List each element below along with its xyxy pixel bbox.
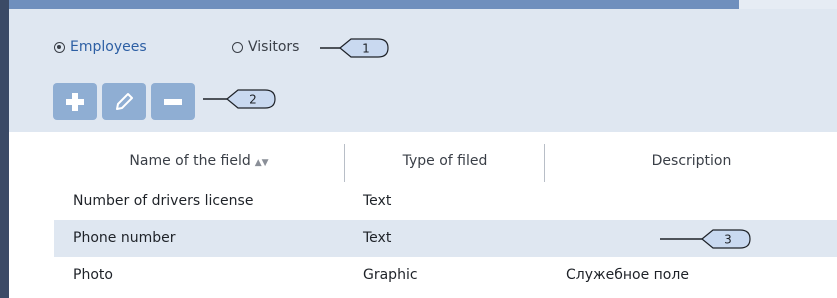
radio-checked-icon: [54, 41, 65, 53]
column-header-description[interactable]: Description: [546, 153, 837, 169]
column-header-description-label: Description: [651, 153, 732, 169]
radio-employees-label: Employees: [70, 39, 147, 55]
column-divider: [344, 144, 345, 182]
sort-icon: ▲▼: [254, 158, 269, 168]
radio-visitors[interactable]: Visitors: [232, 39, 299, 55]
radio-unchecked-icon: [232, 41, 243, 53]
column-header-type[interactable]: Type of filed: [346, 153, 544, 169]
minus-icon: [164, 98, 182, 105]
callout-3-number: 3: [724, 233, 732, 247]
radio-visitors-label: Visitors: [248, 39, 300, 55]
cell-name: Phone number: [73, 230, 176, 246]
cell-name: Number of drivers license: [73, 193, 254, 209]
top-strip: [9, 0, 739, 9]
pencil-icon: [116, 92, 133, 110]
callout-1-number: 1: [362, 42, 370, 56]
plus-icon: [66, 92, 84, 111]
cell-name: Photo: [73, 267, 113, 283]
column-header-name[interactable]: Name of the field ▲▼: [54, 153, 344, 169]
callout-2-number: 2: [249, 93, 257, 107]
callout-3: 3: [660, 229, 751, 249]
radio-employees[interactable]: Employees: [54, 39, 147, 55]
cell-description: Служебное поле: [566, 267, 689, 283]
cell-type: Text: [363, 193, 392, 209]
left-border: [0, 0, 9, 298]
cell-type: Text: [363, 230, 392, 246]
column-header-type-label: Type of filed: [402, 153, 488, 169]
add-button[interactable]: [53, 83, 97, 120]
edit-button[interactable]: [102, 83, 146, 120]
delete-button[interactable]: [151, 83, 195, 120]
top-strip-rest: [739, 0, 837, 9]
callout-1: 1: [320, 38, 389, 58]
callout-2: 2: [203, 89, 276, 109]
table-row[interactable]: Photo Graphic Служебное поле: [54, 257, 837, 294]
cell-type: Graphic: [363, 267, 418, 283]
table-row[interactable]: Number of drivers license Text: [54, 183, 837, 220]
column-divider: [544, 144, 545, 182]
column-header-name-label: Name of the field: [129, 153, 251, 169]
